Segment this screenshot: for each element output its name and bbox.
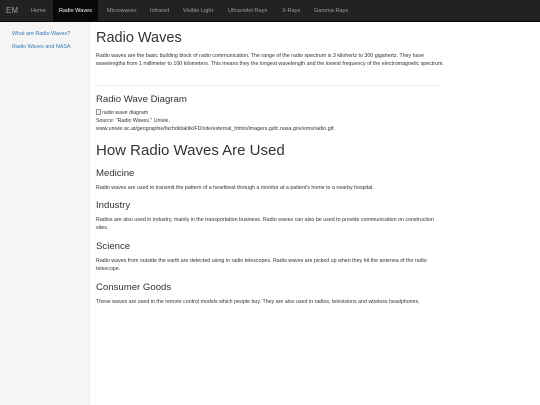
sidebar-link-radio-waves-and-nasa[interactable]: Radio Waves and NASA <box>12 44 71 50</box>
medicine-heading: Medicine <box>96 168 135 179</box>
nav-gamma-rays[interactable]: Gamma Rays <box>308 0 354 22</box>
top-navbar: EM Home Radio Waves Microwaves Infrared … <box>0 0 540 22</box>
uses-heading: How Radio Waves Are Used <box>96 142 285 159</box>
nav-infrared[interactable]: Infrared <box>144 0 175 22</box>
consumer-goods-text: These waves are used in the remote contr… <box>96 299 420 305</box>
nav-x-rays[interactable]: X-Rays <box>276 0 306 22</box>
image-alt-text: radio wave diagram <box>102 110 149 116</box>
medicine-text: Radio waves are used to transmit the pat… <box>96 185 374 191</box>
consumer-goods-heading: Consumer Goods <box>96 282 172 293</box>
nav-home[interactable]: Home <box>25 0 52 22</box>
radio-wave-diagram-image: radio wave diagram <box>96 109 148 116</box>
intro-paragraph: Radio waves are the basic building block… <box>96 53 444 68</box>
nav-radio-waves[interactable]: Radio Waves <box>53 0 99 22</box>
sidebar: What are Radio Waves? Radio Waves and NA… <box>0 22 90 405</box>
science-heading: Science <box>96 241 131 252</box>
science-text: Radio waves from outside the earth are d… <box>96 258 427 273</box>
sidebar-link-what-are-radio-waves[interactable]: What are Radio Waves? <box>12 31 70 37</box>
page-title: Radio Waves <box>96 30 182 46</box>
nav-ultraviolet-rays[interactable]: Ultraviolet Rays <box>222 0 273 22</box>
industry-text: Radios are also used in industry, mainly… <box>96 217 434 232</box>
source-line-2: www.univie.ac.at/geographie/fachdidaktik… <box>96 126 335 132</box>
divider <box>96 85 442 86</box>
brand-logo[interactable]: EM <box>6 0 18 22</box>
nav-microwaves[interactable]: Microwaves <box>101 0 143 22</box>
industry-heading: Industry <box>96 200 131 211</box>
source-line-1: Source: "Radio Waves." Univie, <box>96 118 170 124</box>
diagram-heading: Radio Wave Diagram <box>96 94 187 105</box>
nav-visible-light[interactable]: Visible Light <box>177 0 219 22</box>
broken-image-icon <box>96 109 101 115</box>
